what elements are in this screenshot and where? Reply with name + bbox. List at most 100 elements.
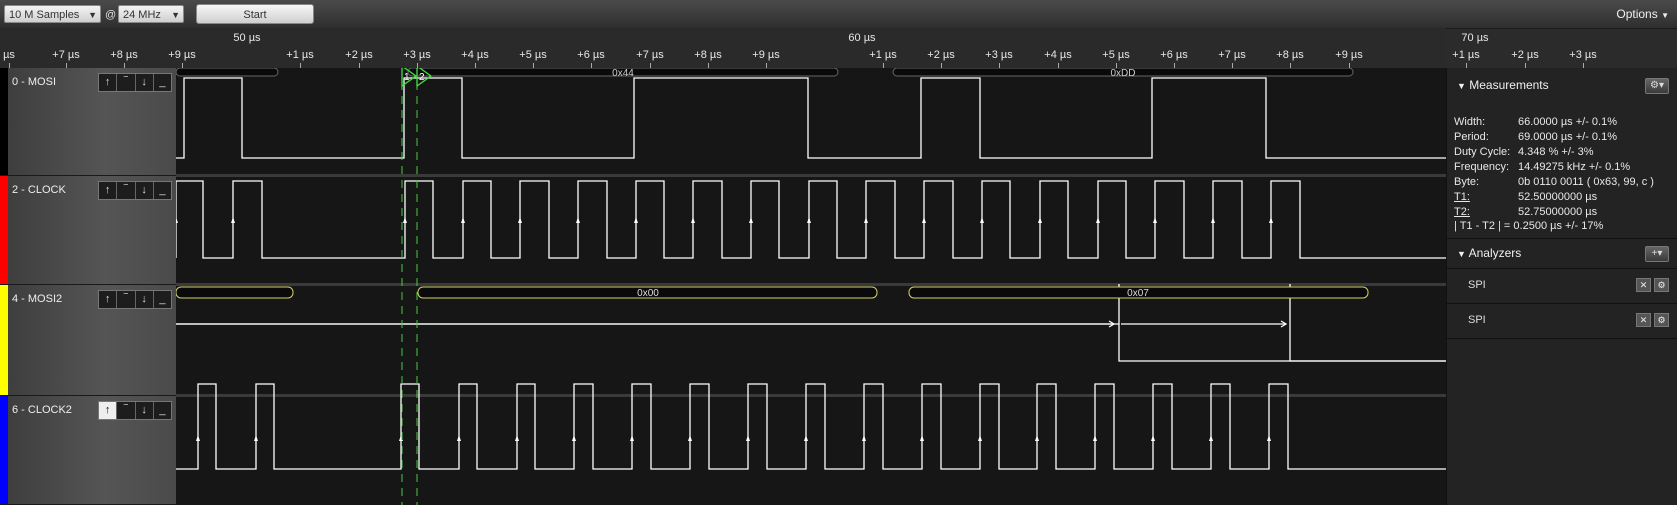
ruler-tick-label: +2 µs	[1511, 49, 1539, 61]
mosi2-trace-low	[176, 323, 1446, 362]
low-level-icon[interactable]: _	[154, 74, 171, 91]
decode-value: 0x00	[637, 288, 659, 299]
falling-edge-icon[interactable]: ↓	[136, 402, 154, 419]
rising-edge-icon[interactable]: ↑	[99, 402, 118, 419]
measurement-row: T1: 52.50000000 µs	[1454, 190, 1654, 205]
collapse-triangle-icon: ▼	[1457, 81, 1466, 91]
rising-edge-arrow	[634, 217, 638, 223]
marker-label-1: 1	[404, 72, 410, 83]
chevron-down-icon: ▼	[1661, 11, 1669, 20]
high-level-icon[interactable]: ‾	[117, 182, 136, 199]
falling-edge-icon[interactable]: ↓	[136, 74, 154, 91]
analyzer-item[interactable]: SPI ✕ ⚙	[1447, 269, 1677, 304]
measurement-key: T1:	[1454, 191, 1470, 203]
close-icon[interactable]: ✕	[1636, 278, 1651, 292]
marker-label-2: 2	[419, 72, 425, 83]
rising-edge-arrow	[576, 217, 580, 223]
analyzer-name: SPI	[1468, 279, 1486, 291]
ruler-major-label: 60 µs	[848, 32, 876, 44]
add-analyzer-plus-icon[interactable]: +▾	[1645, 246, 1669, 262]
rising-edge-arrow	[862, 435, 866, 441]
gear-icon[interactable]: ⚙	[1654, 313, 1669, 327]
ruler-tick-label: +5 µs	[1102, 49, 1130, 61]
rising-edge-arrow	[691, 217, 695, 223]
rising-edge-icon[interactable]: ↑	[99, 74, 118, 91]
lane-separator	[176, 283, 1446, 286]
rising-edge-arrow	[1035, 435, 1039, 441]
close-icon[interactable]: ✕	[1636, 313, 1651, 327]
low-level-icon[interactable]: _	[154, 402, 171, 419]
collapse-triangle-icon: ▼	[1457, 249, 1466, 259]
rising-edge-arrow	[980, 217, 984, 223]
trigger-selector[interactable]: ↑ ‾ ↓ _	[98, 181, 172, 200]
rising-edge-arrow	[807, 217, 811, 223]
measurements-settings-gear-icon[interactable]: ⚙▾	[1645, 78, 1669, 94]
rising-edge-arrow	[1151, 435, 1155, 441]
rising-edge-icon[interactable]: ↑	[99, 182, 118, 199]
rising-edge-arrow	[920, 435, 924, 441]
ruler-tick-label: +1 µs	[1452, 49, 1480, 61]
start-button[interactable]: Start	[196, 4, 314, 24]
signal-traces	[176, 77, 1446, 470]
ruler-tick-label: +8 µs	[694, 49, 722, 61]
trigger-selector[interactable]: ↑ ‾ ↓ _	[98, 401, 172, 420]
falling-edge-icon[interactable]: ↓	[136, 291, 154, 308]
time-ruler[interactable]: 50 µs 60 µs 70 µs µs +7 µs +8 µs +9 µs +1 µs…	[0, 28, 1597, 68]
channel-header-clock2[interactable]: 6 - CLOCK2 ↑ ‾ ↓ _	[0, 396, 176, 505]
channel-header-mosi2[interactable]: 4 - MOSI2 ↑ ‾ ↓ _	[0, 285, 176, 396]
low-level-icon[interactable]: _	[154, 291, 171, 308]
gear-icon[interactable]: ⚙	[1654, 278, 1669, 292]
decode-value: 0xDD	[1110, 68, 1135, 79]
at-label: @	[105, 9, 117, 21]
high-level-icon[interactable]: ‾	[117, 74, 136, 91]
channel-color-stripe	[0, 68, 8, 175]
channel-header-clock[interactable]: 2 - CLOCK ↑ ‾ ↓ _	[0, 176, 176, 285]
measurement-key: Period:	[1454, 131, 1489, 143]
measurement-value: 52.50000000 µs	[1518, 191, 1598, 203]
analyzers-header[interactable]: ▼ Analyzers	[1457, 246, 1521, 260]
rate-select[interactable]: 24 MHz ▼	[118, 5, 184, 23]
channel-name: 4 - MOSI2	[12, 293, 63, 305]
measurements-header[interactable]: ▼ Measurements	[1457, 78, 1549, 92]
falling-edge-icon[interactable]: ↓	[136, 182, 154, 199]
decode-bubble[interactable]	[176, 286, 294, 299]
high-level-icon[interactable]: ‾	[117, 291, 136, 308]
samples-value: 10 M Samples	[9, 9, 80, 21]
options-menu[interactable]: Options ▼	[1616, 7, 1669, 21]
analyzer-item[interactable]: SPI ✕ ⚙	[1447, 304, 1677, 339]
ruler-major-label: 50 µs	[233, 32, 261, 44]
trigger-selector[interactable]: ↑ ‾ ↓ _	[98, 290, 172, 309]
channel-name: 0 - MOSI	[12, 76, 57, 88]
waveform-area[interactable]: 0x44 0xDD 0x00 0x07 1 2	[176, 68, 1446, 505]
ruler-tick-label: +3 µs	[985, 49, 1013, 61]
rising-edge-icon[interactable]: ↑	[99, 291, 118, 308]
ruler-tick-label: +8 µs	[110, 49, 138, 61]
measurement-key: Byte:	[1454, 176, 1480, 188]
rising-edge-arrow	[1096, 217, 1100, 223]
ruler-tick-label: +2 µs	[927, 49, 955, 61]
channel-color-stripe	[0, 285, 8, 395]
low-level-icon[interactable]: _	[154, 182, 171, 199]
ruler-tick-label: +9 µs	[752, 49, 780, 61]
samples-select[interactable]: 10 M Samples ▼	[4, 5, 101, 23]
rising-edge-arrow	[1209, 435, 1213, 441]
measurement-row: Duty Cycle: 4.348 % +/- 3%	[1454, 145, 1654, 160]
channel-color-stripe	[0, 176, 8, 284]
measurement-value: 66.0000 µs +/- 0.1%	[1518, 116, 1617, 128]
measurement-delta: | T1 - T2 | = 0.2500 µs +/- 17%	[1454, 220, 1604, 232]
trigger-selector[interactable]: ↑ ‾ ↓ _	[98, 73, 172, 92]
ruler-tick-label: +7 µs	[1218, 49, 1246, 61]
rising-edge-arrow	[1153, 217, 1157, 223]
measurement-value: 52.75000000 µs	[1518, 206, 1598, 218]
lane-separator	[176, 174, 1446, 177]
rising-edge-arrow	[231, 217, 235, 223]
analyzer-name: SPI	[1468, 314, 1486, 326]
lane-separator	[176, 394, 1446, 397]
rising-edge-arrow	[1267, 435, 1271, 441]
decode-bubble[interactable]	[176, 68, 279, 77]
analyzers-title: Analyzers	[1468, 246, 1522, 260]
rising-edge-arrow	[1211, 217, 1215, 223]
high-level-icon[interactable]: ‾	[117, 402, 136, 419]
chevron-down-icon: ▼	[171, 10, 180, 20]
channel-header-mosi[interactable]: 0 - MOSI ↑ ‾ ↓ _	[0, 68, 176, 176]
